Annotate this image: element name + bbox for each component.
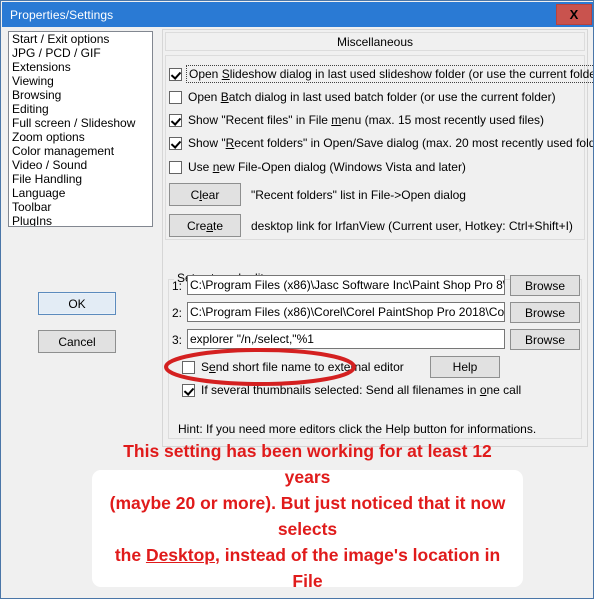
sidebar-item-video-sound[interactable]: Video / Sound: [9, 158, 152, 172]
sidebar-item-plugins[interactable]: PlugIns: [9, 214, 152, 226]
sidebar-item-file-handling[interactable]: File Handling: [9, 172, 152, 186]
checkbox-show-recent-files-box[interactable]: [169, 114, 182, 127]
help-button[interactable]: Help: [430, 356, 500, 378]
cancel-button-label: Cancel: [58, 334, 96, 349]
checkbox-show-recent-folders[interactable]: Show "Recent folders" in Open/Save dialo…: [169, 136, 594, 150]
sidebar-item-start-exit-options[interactable]: Start / Exit options: [9, 32, 152, 46]
editor-2-browse-button[interactable]: Browse: [510, 302, 580, 323]
checkbox-show-recent-files[interactable]: Show "Recent files" in File menu (max. 1…: [169, 113, 544, 127]
checkbox-open-batch-dialog-box[interactable]: [169, 91, 182, 104]
sidebar-item-language[interactable]: Language: [9, 186, 152, 200]
checkbox-send-all-filenames[interactable]: If several thumbnails selected: Send all…: [182, 383, 521, 397]
sidebar-item-color-management[interactable]: Color management: [9, 144, 152, 158]
sidebar-item-editing[interactable]: Editing: [9, 102, 152, 116]
sidebar-item-extensions[interactable]: Extensions: [9, 60, 152, 74]
sidebar-item-zoom-options[interactable]: Zoom options: [9, 130, 152, 144]
editors-hint-text: Hint: If you need more editors click the…: [178, 422, 537, 436]
ok-button-label: OK: [68, 296, 86, 311]
checkbox-send-short-file-name[interactable]: Send short file name to external editor: [182, 360, 404, 374]
create-button-label: Create: [186, 218, 224, 233]
editor-1-browse-button[interactable]: Browse: [510, 275, 580, 296]
checkbox-use-new-file-open-dialog-box[interactable]: [169, 161, 182, 174]
dialog-client-area: Start / Exit options JPG / PCD / GIF Ext…: [2, 27, 594, 598]
editor-2-browse-label: Browse: [524, 305, 565, 320]
checkbox-send-all-filenames-box[interactable]: [182, 384, 195, 397]
sidebar-item-full-screen-slideshow[interactable]: Full screen / Slideshow: [9, 116, 152, 130]
editor-2-index: 2:: [172, 306, 183, 320]
checkbox-use-new-file-open-dialog[interactable]: Use new File-Open dialog (Windows Vista …: [169, 160, 466, 174]
checkbox-send-short-file-name-box[interactable]: [182, 361, 195, 374]
checkbox-send-short-file-name-label: Send short file name to external editor: [201, 360, 404, 374]
properties-settings-window: Properties/Settings X Start / Exit optio…: [0, 0, 594, 599]
sidebar-item-browsing[interactable]: Browsing: [9, 88, 152, 102]
note-line-2: (maybe 20 or more). But just noticed tha…: [109, 492, 506, 539]
help-button-label: Help: [452, 360, 478, 374]
editor-1-index: 1:: [172, 279, 183, 293]
editor-1-browse-label: Browse: [524, 278, 565, 293]
clear-button-label: Clear: [190, 187, 220, 202]
sidebar-item-viewing[interactable]: Viewing: [9, 74, 152, 88]
note-line-3-after: , instead of the image's location in Fil…: [214, 544, 501, 591]
title-bar: Properties/Settings X: [2, 2, 593, 27]
note-line-3-underlined: Desktop: [145, 544, 215, 565]
clear-button-caption: "Recent folders" list in File->Open dial…: [251, 188, 466, 202]
window-title: Properties/Settings: [10, 7, 114, 22]
create-button-caption: desktop link for IrfanView (Current user…: [251, 219, 573, 233]
checkbox-show-recent-folders-box[interactable]: [169, 137, 182, 150]
editor-3-index: 3:: [172, 333, 183, 347]
category-list[interactable]: Start / Exit options JPG / PCD / GIF Ext…: [8, 31, 153, 227]
cancel-button[interactable]: Cancel: [38, 330, 116, 353]
checkbox-send-all-filenames-label: If several thumbnails selected: Send all…: [201, 383, 522, 397]
note-line-3-before: the: [114, 544, 146, 565]
sidebar-item-toolbar[interactable]: Toolbar: [9, 200, 152, 214]
panel-title-label: Miscellaneous: [336, 34, 414, 49]
panel-title: Miscellaneous: [165, 32, 585, 51]
note-line-1: This setting has been working for at lea…: [123, 440, 492, 487]
checkbox-show-recent-folders-label: Show "Recent folders" in Open/Save dialo…: [188, 136, 594, 150]
sidebar-item-jpg-pcd-gif[interactable]: JPG / PCD / GIF: [9, 46, 152, 60]
checkbox-open-batch-dialog[interactable]: Open Batch dialog in last used batch fol…: [169, 90, 556, 104]
editor-2-input[interactable]: C:\Program Files (x86)\Corel\Corel Paint…: [187, 302, 505, 322]
checkbox-use-new-file-open-dialog-label: Use new File-Open dialog (Windows Vista …: [188, 160, 466, 174]
checkbox-open-slideshow-dialog-box[interactable]: [169, 68, 182, 81]
clear-button[interactable]: Clear: [169, 183, 241, 206]
editor-3-browse-button[interactable]: Browse: [510, 329, 580, 350]
ok-button[interactable]: OK: [38, 292, 116, 315]
annotation-note-box: This setting has been working for at lea…: [92, 441, 523, 598]
editor-3-input[interactable]: explorer "/n,/select,"%1: [187, 329, 505, 349]
annotation-note-text: This setting has been working for at lea…: [100, 438, 515, 599]
editor-1-input[interactable]: C:\Program Files (x86)\Jasc Software Inc…: [187, 275, 505, 295]
close-button[interactable]: X: [556, 4, 592, 25]
checkbox-open-slideshow-dialog-label: Open Slideshow dialog in last used slide…: [186, 65, 593, 83]
close-icon: X: [569, 7, 579, 22]
editor-3-browse-label: Browse: [524, 332, 565, 347]
checkbox-open-slideshow-dialog[interactable]: Open Slideshow dialog in last used slide…: [169, 65, 593, 83]
create-button[interactable]: Create: [169, 214, 241, 237]
checkbox-open-batch-dialog-label: Open Batch dialog in last used batch fol…: [188, 90, 556, 104]
checkbox-show-recent-files-label: Show "Recent files" in File menu (max. 1…: [188, 113, 545, 127]
